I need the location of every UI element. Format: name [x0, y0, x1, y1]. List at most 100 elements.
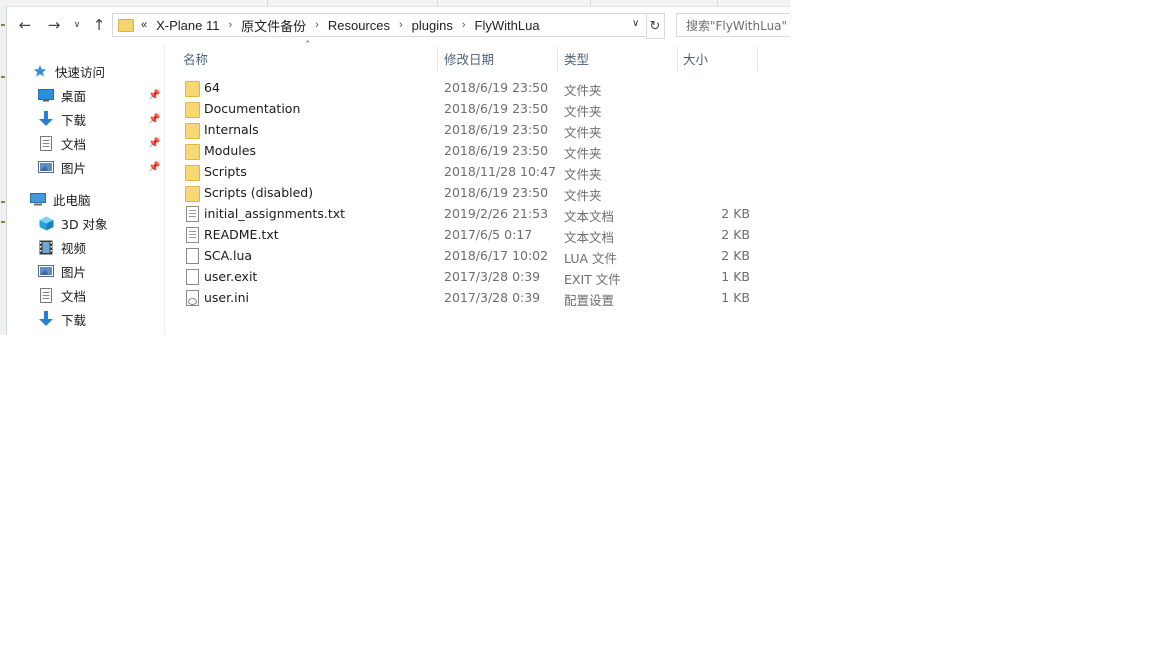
chevron-down-icon: ∨: [73, 20, 81, 30]
address-bar[interactable]: « X-Plane 11 › 原文件备份 › Resources › plugi…: [112, 13, 647, 37]
file-row[interactable]: Scripts 2018/11/28 10:47 文件夹: [180, 161, 760, 182]
sidebar-item-label: 图片: [61, 264, 87, 280]
chevron-right-icon[interactable]: ›: [462, 19, 466, 31]
pin-icon[interactable]: 📌: [148, 90, 160, 101]
sidebar-item-downloads-pc[interactable]: 下载: [38, 308, 86, 330]
background-window-edge: [0, 6, 7, 335]
forward-button[interactable]: →: [43, 13, 65, 37]
ribbon-divider: [717, 0, 718, 6]
sidebar-item-label: 下载: [61, 312, 87, 328]
sidebar-item-label: 下载: [61, 112, 87, 128]
download-icon: [38, 111, 54, 126]
file-row[interactable]: 64 2018/6/19 23:50 文件夹: [180, 77, 760, 98]
column-header-date[interactable]: 修改日期: [444, 45, 494, 71]
sidebar-item-desktop[interactable]: 桌面: [38, 84, 86, 106]
pin-icon[interactable]: 📌: [148, 114, 160, 125]
sidebar-item-label: 3D 对象: [61, 216, 108, 232]
breadcrumb: « X-Plane 11 › 原文件备份 › Resources › plugi…: [113, 14, 540, 36]
file-row[interactable]: SCA.lua 2018/6/17 10:02 LUA 文件 2 KB: [180, 245, 760, 266]
file-type: 文件夹: [564, 104, 602, 119]
recent-locations-button[interactable]: ∨: [67, 13, 87, 37]
breadcrumb-item-current[interactable]: FlyWithLua: [475, 18, 540, 33]
file-icon: [186, 269, 199, 285]
pin-icon[interactable]: 📌: [148, 162, 160, 173]
file-row[interactable]: user.ini 2017/3/28 0:39 配置设置 1 KB: [180, 287, 760, 308]
sidebar-item-label: 桌面: [61, 88, 87, 104]
file-date: 2018/6/19 23:50: [444, 185, 549, 200]
sidebar-item-videos[interactable]: 视频: [38, 236, 86, 258]
file-name: user.ini: [204, 290, 249, 305]
file-row[interactable]: Documentation 2018/6/19 23:50 文件夹: [180, 98, 760, 119]
breadcrumb-overflow-button[interactable]: «: [141, 19, 147, 31]
chevron-right-icon[interactable]: ›: [315, 19, 319, 31]
file-type: 文件夹: [564, 167, 602, 182]
sidebar-item-label: 视频: [61, 240, 87, 256]
folder-icon: [185, 102, 200, 118]
file-date: 2018/11/28 10:47: [444, 164, 557, 179]
sidebar-item-this-pc[interactable]: 此电脑: [30, 188, 91, 210]
arrow-up-icon: ↑: [92, 16, 106, 34]
file-name: Internals: [204, 122, 259, 137]
ribbon-divider: [437, 0, 438, 6]
sidebar-item-pictures[interactable]: 图片: [38, 156, 86, 178]
breadcrumb-item[interactable]: Resources: [328, 18, 390, 33]
file-date: 2018/6/19 23:50: [444, 143, 549, 158]
pin-icon[interactable]: 📌: [148, 138, 160, 149]
file-date: 2018/6/19 23:50: [444, 122, 549, 137]
desktop-icon: [38, 88, 54, 102]
file-name: user.exit: [204, 269, 258, 284]
file-type: 文件夹: [564, 146, 602, 161]
edge-mark: [1, 24, 5, 26]
computer-icon: [30, 192, 46, 206]
file-name: Documentation: [204, 101, 301, 116]
file-icon: [186, 248, 199, 264]
file-date: 2018/6/19 23:50: [444, 80, 549, 95]
search-input[interactable]: 搜索"FlyWithLua": [676, 13, 790, 37]
file-date: 2019/2/26 21:53: [444, 206, 549, 221]
breadcrumb-item[interactable]: X-Plane 11: [156, 18, 219, 33]
chevron-right-icon[interactable]: ›: [228, 19, 232, 31]
file-row[interactable]: README.txt 2017/6/5 0:17 文本文档 2 KB: [180, 224, 760, 245]
chevron-right-icon[interactable]: ›: [399, 19, 403, 31]
file-row[interactable]: Modules 2018/6/19 23:50 文件夹: [180, 140, 760, 161]
sort-ascending-icon: ⌃: [304, 40, 312, 50]
sidebar-item-documents[interactable]: 文档: [38, 132, 86, 154]
column-divider[interactable]: [757, 47, 758, 71]
breadcrumb-item[interactable]: plugins: [412, 18, 453, 33]
file-row[interactable]: Scripts (disabled) 2018/6/19 23:50 文件夹: [180, 182, 760, 203]
column-header-name[interactable]: 名称: [183, 45, 208, 71]
column-divider[interactable]: [437, 47, 438, 71]
refresh-button[interactable]: ↻: [646, 13, 665, 39]
file-row[interactable]: Internals 2018/6/19 23:50 文件夹: [180, 119, 760, 140]
edge-mark: [1, 201, 5, 203]
file-type: EXIT 文件: [564, 272, 621, 287]
file-list: ⌃ 名称 修改日期 类型 大小 64 2018/6/19 23:50 文件夹 Docu…: [165, 40, 790, 335]
column-divider[interactable]: [557, 47, 558, 71]
file-type: 配置设置: [564, 293, 615, 308]
3d-objects-icon: [38, 216, 54, 230]
column-header-type[interactable]: 类型: [564, 45, 589, 71]
star-icon: [32, 64, 48, 78]
file-type: 文本文档: [564, 230, 615, 245]
up-button[interactable]: ↑: [88, 13, 110, 37]
sidebar-item-quick-access[interactable]: 快速访问: [32, 60, 105, 82]
sidebar-item-3d-objects[interactable]: 3D 对象: [38, 212, 108, 234]
file-date: 2017/6/5 0:17: [444, 227, 533, 242]
sidebar-item-label: 文档: [61, 136, 87, 152]
sidebar-item-downloads[interactable]: 下载: [38, 108, 86, 130]
sidebar-item-pictures-pc[interactable]: 图片: [38, 260, 86, 282]
back-button[interactable]: ←: [14, 13, 36, 37]
column-divider[interactable]: [677, 47, 678, 71]
file-row[interactable]: user.exit 2017/3/28 0:39 EXIT 文件 1 KB: [180, 266, 760, 287]
sidebar-item-documents-pc[interactable]: 文档: [38, 284, 86, 306]
breadcrumb-item[interactable]: 原文件备份: [241, 16, 306, 35]
file-row[interactable]: initial_assignments.txt 2019/2/26 21:53 文本…: [180, 203, 760, 224]
file-name: Scripts (disabled): [204, 185, 314, 200]
sidebar-item-label: 图片: [61, 160, 87, 176]
address-history-chevron-icon[interactable]: ∨: [632, 18, 639, 29]
folder-icon: [185, 165, 200, 181]
document-icon: [38, 287, 54, 303]
column-header-size[interactable]: 大小: [683, 45, 708, 71]
ribbon-divider: [590, 0, 591, 6]
picture-icon: [38, 160, 54, 174]
